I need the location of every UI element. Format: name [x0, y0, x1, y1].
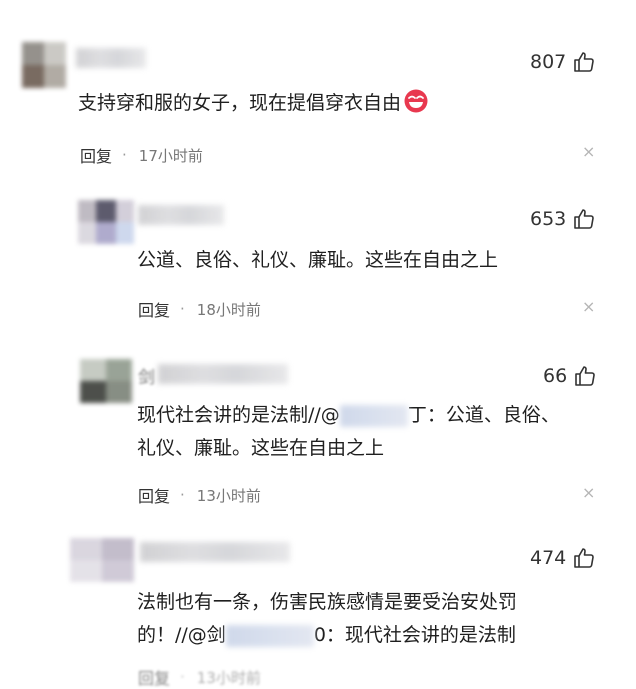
avatar[interactable]	[70, 538, 134, 582]
reply-button[interactable]: 回复	[138, 483, 170, 507]
comment-text: 公道、良俗、礼仪、廉耻。这些在自由之上	[137, 241, 498, 279]
reply-button[interactable]: 回复	[80, 143, 112, 167]
comment-text-before-mention: 现代社会讲的是法制//@	[137, 404, 340, 426]
thumbs-up-icon[interactable]	[572, 546, 596, 570]
comment-meta: 回复 · 13小时前	[138, 665, 261, 689]
comment-meta: 回复 · 17小时前	[80, 143, 203, 167]
comment-4: 474 法制也有一条，伤害民族感情是要受治安处罚 的！//@剑 0：现代社会讲的是…	[0, 528, 636, 688]
comment-3: 剑 66 现代社会讲的是法制//@ 丁：公道、良俗、 礼仪、廉耻。这些在自由之上 …	[0, 343, 636, 528]
like-count[interactable]: 474	[530, 546, 596, 570]
reply-button[interactable]: 回复	[138, 297, 170, 321]
thumbs-up-icon[interactable]	[572, 50, 596, 74]
comment-text-after-mention: 丁：公道、良俗、	[407, 404, 560, 426]
meta-separator: ·	[180, 486, 185, 504]
username-blurred[interactable]	[140, 542, 290, 562]
like-count-value: 66	[543, 365, 568, 387]
comment-time: 18小时前	[196, 300, 261, 319]
grinning-red-face-icon	[404, 89, 428, 113]
comment-text-content: 支持穿和服的女子，现在提倡穿衣自由	[78, 92, 402, 114]
mention-blurred[interactable]	[225, 624, 314, 647]
comment-time: 13小时前	[196, 668, 261, 687]
comment-text: 支持穿和服的女子，现在提倡穿衣自由	[78, 84, 429, 122]
comment-text-content: 礼仪、廉耻。这些在自由之上	[137, 437, 385, 459]
thumbs-up-icon[interactable]	[572, 207, 596, 231]
comment-text-content: 公道、良俗、礼仪、廉耻。这些在自由之上	[137, 249, 499, 271]
comment-time: 13小时前	[196, 486, 261, 505]
comment-text-content: 法制也有一条，伤害民族感情是要受治安处罚	[137, 591, 518, 613]
avatar[interactable]	[22, 42, 66, 88]
username-blurred[interactable]	[138, 205, 224, 225]
avatar[interactable]	[80, 359, 132, 403]
username-visible-char[interactable]: 剑	[138, 363, 155, 388]
comment-text-line-2: 礼仪、廉耻。这些在自由之上	[137, 429, 384, 467]
close-icon[interactable]: ×	[582, 297, 595, 316]
comment-text-after-mention: 0：现代社会讲的是法制	[313, 624, 516, 646]
comment-1: 807 支持穿和服的女子，现在提倡穿衣自由 回复 · 17小时前 ×	[0, 0, 636, 175]
like-count[interactable]: 807	[530, 50, 596, 74]
like-count-value: 474	[530, 547, 567, 569]
like-count[interactable]: 66	[543, 364, 597, 388]
username-blurred[interactable]	[76, 48, 146, 68]
thumbs-up-icon[interactable]	[573, 364, 597, 388]
meta-separator: ·	[180, 668, 185, 686]
meta-separator: ·	[180, 300, 185, 318]
username-blurred[interactable]	[158, 364, 288, 384]
like-count-value: 653	[530, 208, 567, 230]
comment-2: 653 公道、良俗、礼仪、廉耻。这些在自由之上 回复 · 18小时前 ×	[0, 175, 636, 343]
like-count-value: 807	[530, 51, 567, 73]
avatar[interactable]	[78, 200, 134, 244]
mention-blurred[interactable]	[339, 404, 408, 427]
meta-separator: ·	[122, 146, 127, 164]
comment-meta: 回复 · 18小时前	[138, 297, 261, 321]
comment-meta: 回复 · 13小时前	[138, 483, 261, 507]
like-count[interactable]: 653	[530, 207, 596, 231]
comment-text-line-2: 的！//@剑 0：现代社会讲的是法制	[137, 616, 516, 654]
comment-text-before-mention: 的！//@剑	[137, 624, 226, 646]
close-icon[interactable]: ×	[582, 142, 595, 161]
comment-time: 17小时前	[138, 146, 203, 165]
close-icon[interactable]: ×	[582, 483, 595, 502]
reply-button[interactable]: 回复	[138, 665, 170, 689]
